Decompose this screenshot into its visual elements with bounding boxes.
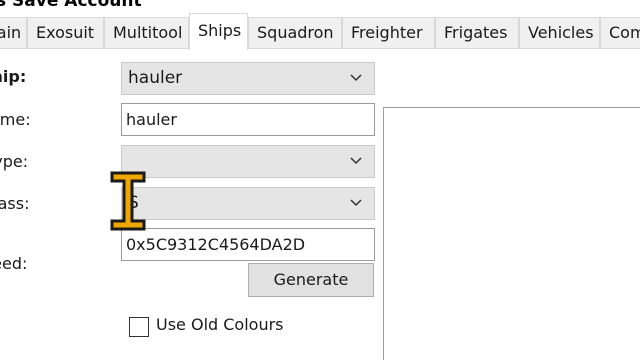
text-cursor-icon [110,171,146,231]
seed-field-value: 0x5C9312C4564DA2D [126,235,306,254]
type-label: Type: [0,152,29,171]
generate-button[interactable]: Generate [248,263,374,297]
tab-vehicles[interactable]: Vehicles [519,17,600,49]
name-field-value: hauler [126,110,177,129]
use-old-colours-label[interactable]: Use Old Colours [156,315,284,334]
chevron-down-icon [350,157,362,165]
type-select[interactable] [121,145,375,178]
tab-freighter[interactable]: Freighter [342,17,435,49]
class-label: Class: [0,194,30,213]
chevron-down-icon [350,74,362,82]
seed-label: Seed: [0,254,28,273]
window-title: s Save Account [0,0,142,11]
tab-frigates[interactable]: Frigates [435,17,519,49]
name-field[interactable]: hauler [121,103,375,136]
ship-select-value: hauler [128,68,183,88]
name-label: Name: [0,110,31,129]
tab-exosuit[interactable]: Exosuit [27,17,104,49]
chevron-down-icon [350,199,362,207]
tab-company[interactable]: Company [600,17,640,49]
tab-multitool[interactable]: Multitool [104,17,189,49]
class-select[interactable]: S [121,187,375,220]
tab-squadron[interactable]: Squadron [248,17,342,49]
ship-preview-panel [383,107,640,360]
ship-label: Ship: [0,67,27,86]
use-old-colours-checkbox[interactable] [129,317,149,337]
ships-tab-content: Ship: hauler Name: hauler Type: Class: S… [0,49,640,360]
seed-field[interactable]: 0x5C9312C4564DA2D [121,228,375,261]
ship-select[interactable]: hauler [121,62,375,95]
window-title-bar: s Save Account [0,0,640,12]
tab-main[interactable]: Main [0,17,27,49]
tab-ships[interactable]: Ships [189,13,248,50]
